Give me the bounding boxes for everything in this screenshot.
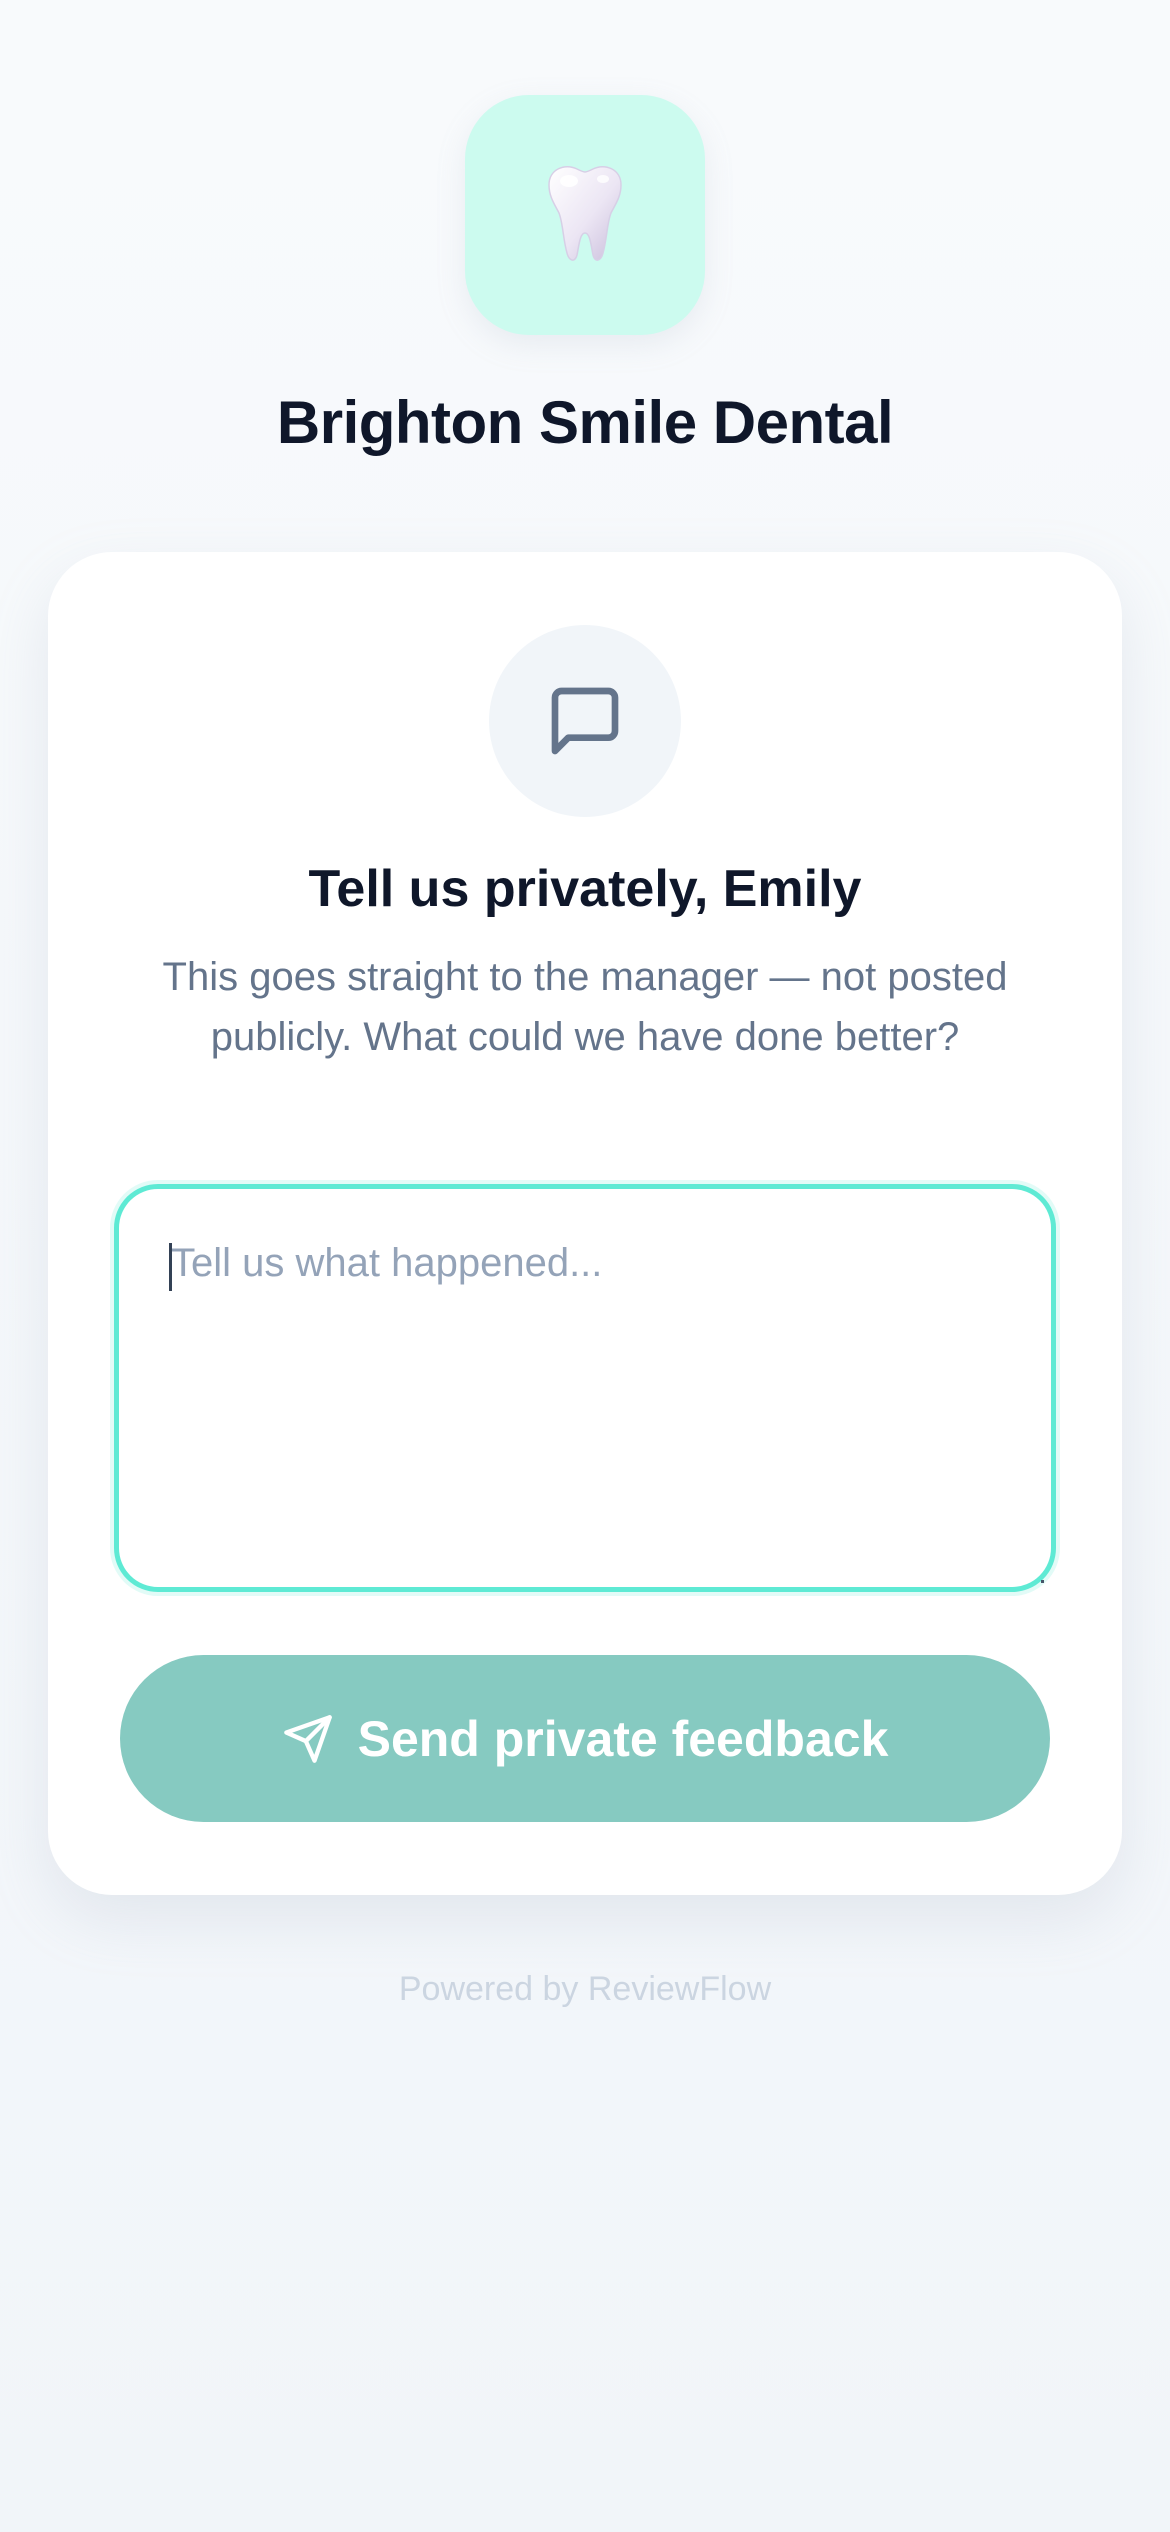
feedback-card: Tell us privately, Emily This goes strai… [48, 552, 1122, 1895]
tooth-icon [548, 165, 622, 261]
text-caret [169, 1243, 172, 1291]
card-title: Tell us privately, Emily [308, 860, 862, 918]
feedback-textarea[interactable] [171, 1241, 1011, 1541]
chat-bubble-icon [551, 687, 619, 755]
brand-name: Brighton Smile Dental [276, 389, 894, 456]
resize-handle[interactable] [1041, 1580, 1044, 1583]
card-description: This goes straight to the manager — not … [162, 955, 1008, 1059]
logo [465, 95, 705, 335]
powered-by-footer: Powered by ReviewFlow [398, 1970, 772, 2008]
send-icon [283, 1714, 332, 1763]
feedback-field[interactable] [114, 1184, 1056, 1592]
chat-icon-container [489, 625, 681, 817]
send-button-label: Send private feedback [357, 1710, 889, 1767]
send-feedback-button[interactable]: Send private feedback [120, 1655, 1050, 1822]
